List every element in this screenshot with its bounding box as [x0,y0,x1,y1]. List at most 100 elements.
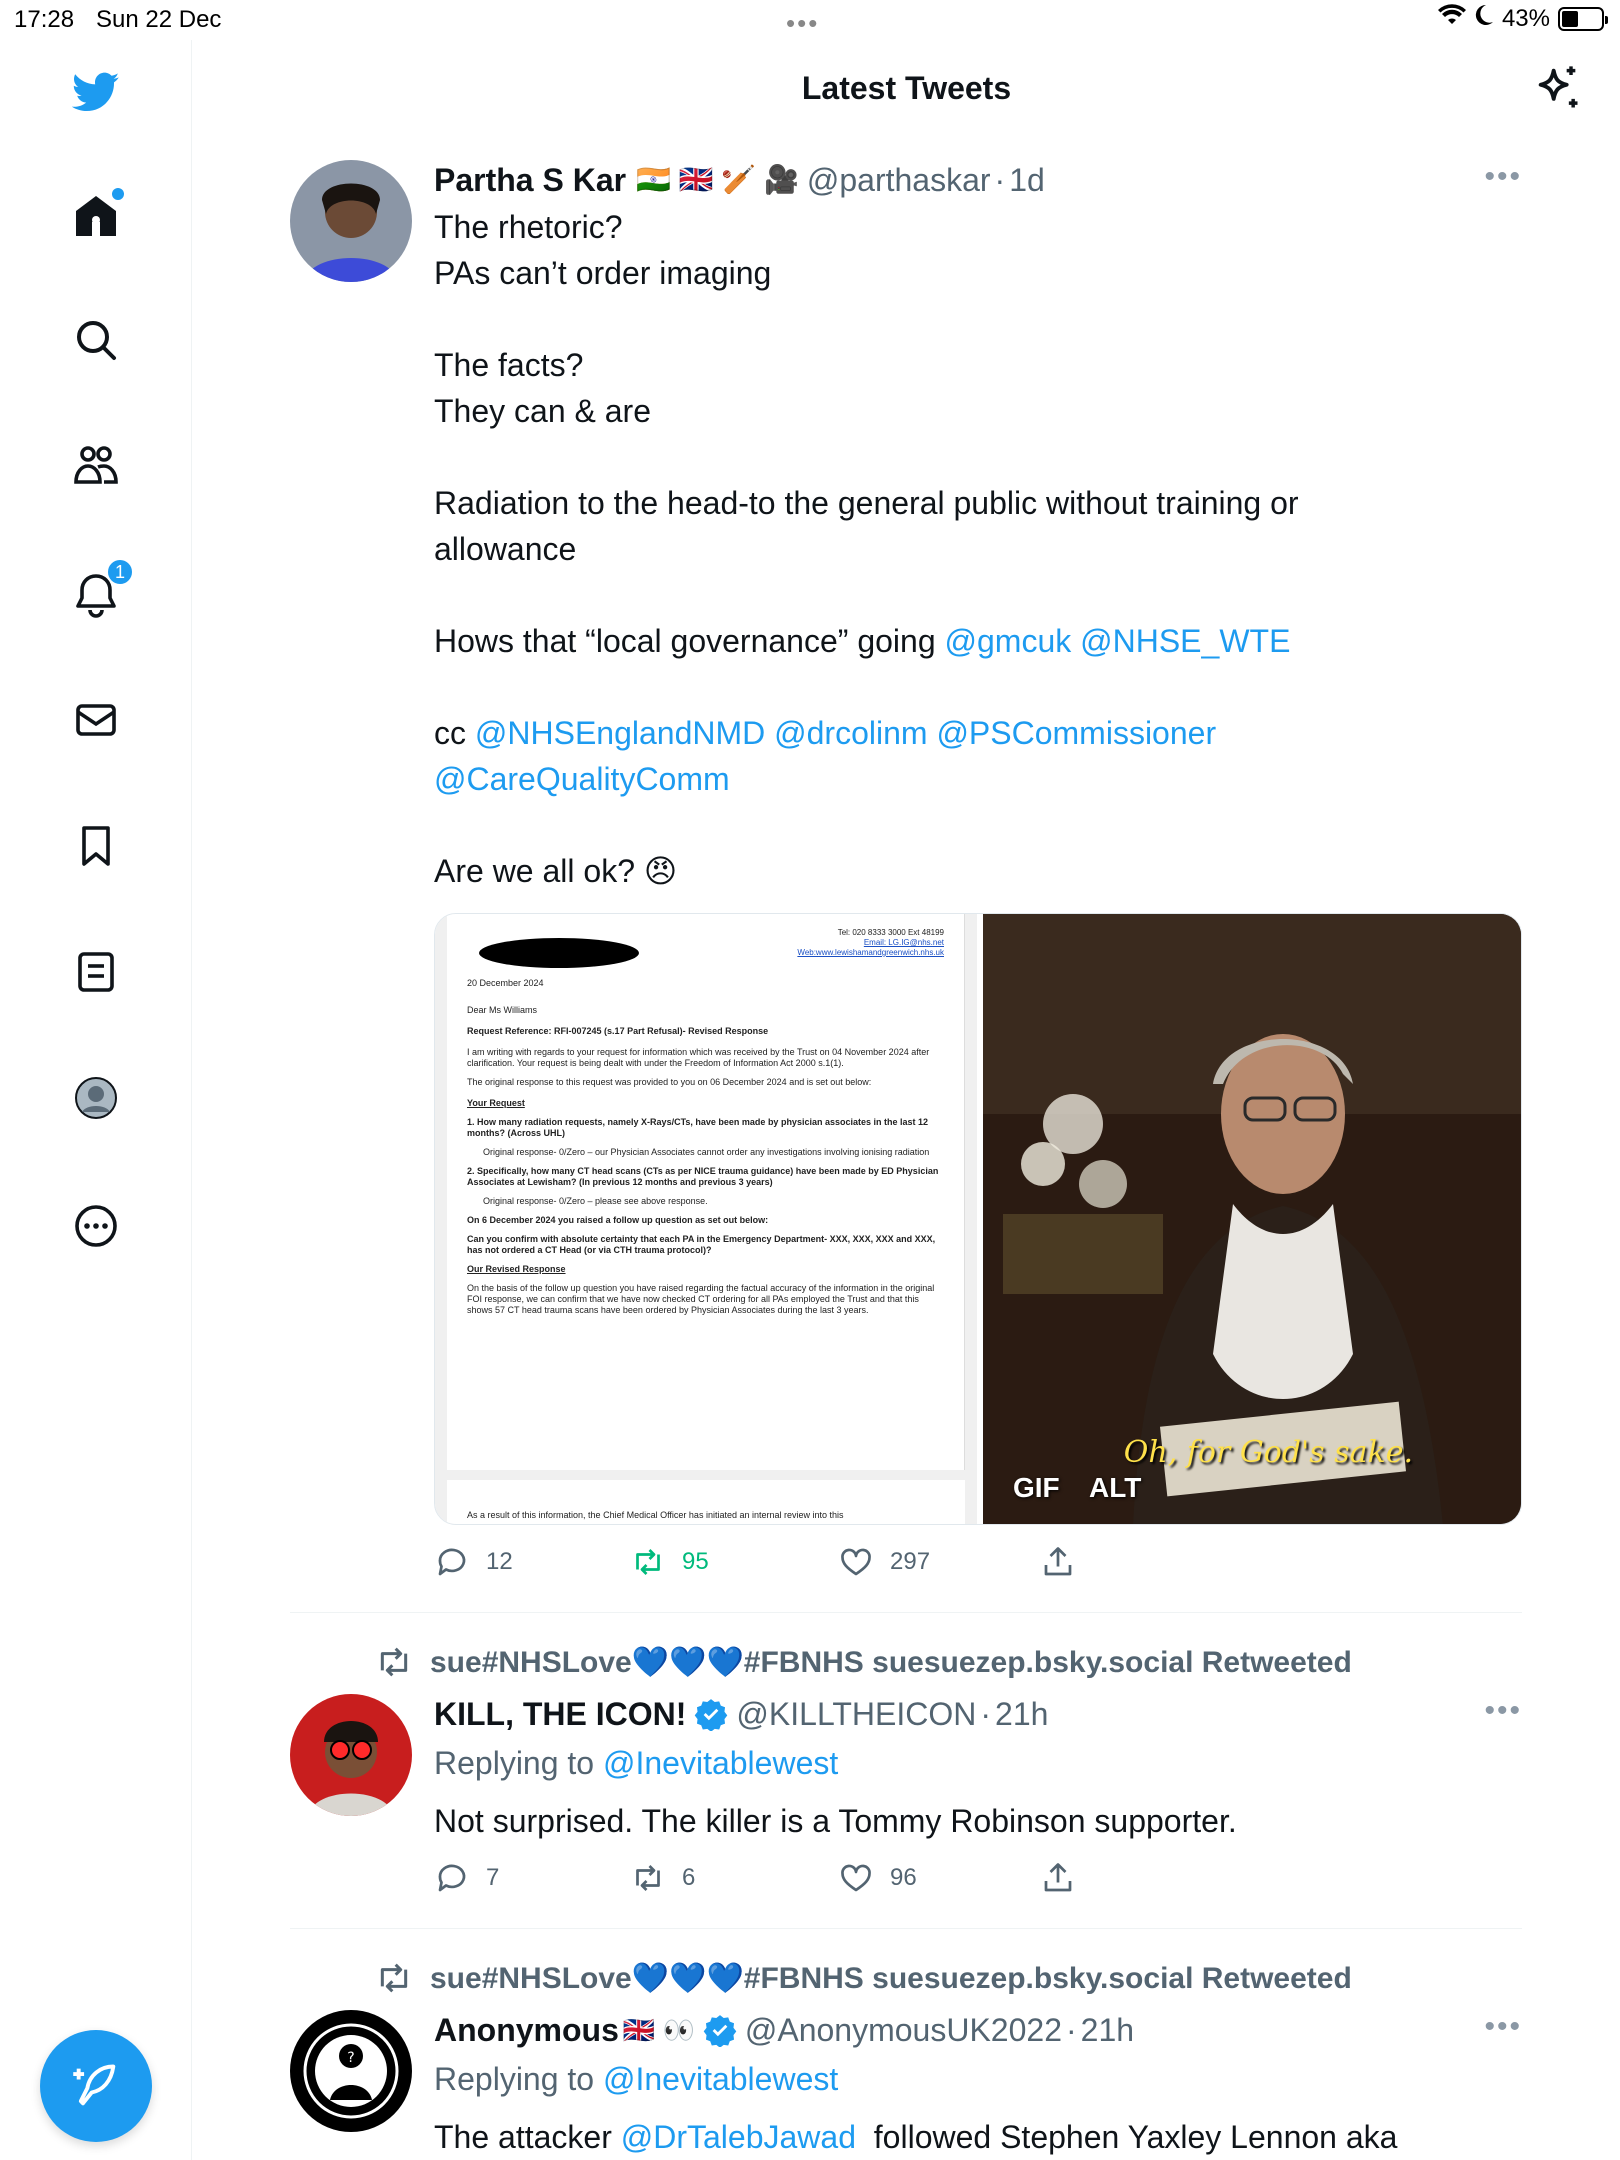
retweeted-by-line[interactable]: sue#NHSLove💙💙💙#FBNHS suesuezep.bsky.soci… [374,1642,1352,1682]
verified-badge-icon [695,1699,728,1731]
like-count: 297 [890,1548,931,1575]
doc-date: 20 December 2024 [467,978,544,988]
tweet-text-part: followed Stephen Yaxley Lennon aka [856,2119,1398,2155]
author-name[interactable]: Anonymous [434,2010,619,2050]
mention-link[interactable]: @drcolinm [774,715,927,751]
reply-button[interactable]: 12 [434,1544,513,1580]
tweet-line: The facts? [434,347,584,383]
home-icon[interactable] [66,186,126,246]
doc-question: 2. Specifically, how many CT head scans … [467,1166,939,1187]
mention-link[interactable]: @PSCommissioner [936,715,1216,751]
tweet-line: PAs can’t order imaging [434,255,772,291]
tweet-content: KILL, THE ICON! @KILLTHEICON · 21h ••• R… [434,1694,1522,1844]
tweet-author-row: KILL, THE ICON! @KILLTHEICON · 21h [434,1694,1522,1734]
replying-to-label: Replying to [434,2061,603,2097]
home-new-dot [112,188,124,200]
tweet-line: Radiation to the head-to the general pub… [434,485,1299,521]
author-handle[interactable]: @parthaskar [807,160,991,200]
doc-para: On 6 December 2024 you raised a follow u… [467,1215,769,1225]
search-icon[interactable] [66,310,126,370]
doc-answer: Original response- 0/Zero – please see a… [483,1196,708,1206]
doc-reference: Request Reference: RFI-007245 (s.17 Part… [467,1026,769,1036]
profile-avatar-icon[interactable] [66,1068,126,1128]
retweeted-by-text: sue#NHSLove💙💙💙#FBNHS suesuezep.bsky.soci… [430,1961,1352,1995]
alt-text-button[interactable]: ALT [1089,1472,1141,1504]
gif-scene [983,914,1521,1524]
more-options-button[interactable]: ••• [1484,160,1522,194]
notifications-bell-icon[interactable]: 1 [66,558,134,624]
share-icon [1044,1863,1072,1892]
author-handle[interactable]: @KILLTHEICON [736,1694,976,1734]
reply-target-link[interactable]: @Inevitablewest [603,1745,838,1781]
reply-count: 7 [486,1864,500,1891]
notifications-badge: 1 [106,558,134,586]
heart-icon [841,1548,871,1576]
bookmarks-icon[interactable] [66,816,126,876]
tweet-text: The rhetoric? PAs can’t order imaging Th… [434,204,1522,894]
redacted-logo [479,938,639,968]
retweet-button[interactable]: 95 [630,1544,709,1580]
tweet-line: cc [434,715,475,751]
lists-icon[interactable] [66,942,126,1002]
retweeted-by-text: sue#NHSLove💙💙💙#FBNHS suesuezep.bsky.soci… [430,1645,1352,1679]
tweet-text-part: The attacker [434,2119,621,2155]
doc-heading: Our Revised Response [467,1264,566,1274]
author-handle[interactable]: @AnonymousUK2022 [745,2010,1062,2050]
mention-link[interactable]: @gmcuk [945,623,1072,659]
reply-target-link[interactable]: @Inevitablewest [603,2061,838,2097]
retweet-icon [636,1865,660,1891]
author-name[interactable]: Partha S Kar [434,160,626,200]
author-name-emoji: 🇬🇧 👀 [622,2015,695,2045]
reply-count: 12 [486,1548,513,1575]
doc-salutation: Dear Ms Williams [467,1005,538,1015]
timeline-header: Latest Tweets [193,40,1620,140]
tweet-text: Not surprised. The killer is a Tommy Rob… [434,1803,1237,1839]
avatar[interactable] [290,1694,412,1816]
avatar[interactable] [290,160,412,282]
tweet-line-cc: cc @NHSEnglandNMD @drcolinm @PSCommissio… [434,710,1522,756]
multitasking-dots[interactable]: ••• [786,8,819,39]
doc-answer: Original response- 0/Zero – our Physicia… [483,1147,930,1157]
more-options-icon[interactable] [66,1196,126,1256]
reply-button[interactable]: 7 [434,1860,499,1896]
gif-image[interactable]: Oh, for God's sake. GIF ALT [983,914,1521,1524]
tweet-divider [290,1928,1522,1929]
battery-icon [1558,6,1608,31]
messages-envelope-icon[interactable] [66,690,126,750]
tweet-text: The attacker @DrTalebJawad followed Step… [434,2114,1522,2160]
wifi-icon [1437,4,1466,33]
tweet-time[interactable]: 21h [995,1694,1048,1734]
gif-label: GIF [1013,1472,1060,1503]
more-options-button[interactable]: ••• [1484,1694,1522,1728]
tweet-line: The rhetoric? [434,209,623,245]
author-name[interactable]: KILL, THE ICON! [434,1694,686,1734]
status-right: 43% [1437,4,1608,33]
mention-link[interactable]: @NHSE_WTE [1080,623,1290,659]
sparkle-icon[interactable] [1532,62,1584,114]
like-button[interactable]: 96 [838,1860,917,1896]
share-button[interactable] [1040,1544,1076,1580]
doc-question: Can you confirm with absolute certainty … [467,1234,936,1255]
tweet-content: Partha S Kar 🇮🇳 🇬🇧 🏏 🎥 @parthaskar · 1d … [434,160,1522,894]
tweet-time[interactable]: 1d [1009,160,1045,200]
avatar[interactable]: ? [290,2010,412,2132]
time-separator: · [1065,2012,1077,2048]
retweet-button[interactable]: 6 [630,1860,695,1896]
retweeted-by-line[interactable]: sue#NHSLove💙💙💙#FBNHS suesuezep.bsky.soci… [374,1958,1352,1998]
status-bar: 17:28 Sun 22 Dec ••• 43% [0,0,1620,40]
tweet[interactable]: ? Anonymous 🇬🇧 👀 @AnonymousUK2022 · 21h … [290,2010,1522,2160]
foi-document-image[interactable]: Tel: 020 8333 3000 Ext 48199 Email: LG.I… [435,914,977,1524]
compose-tweet-button[interactable] [40,2030,152,2142]
twitter-logo-icon[interactable] [66,62,126,122]
communities-icon[interactable] [66,436,126,496]
tweet-time[interactable]: 21h [1081,2010,1134,2050]
mention-link[interactable]: @NHSEnglandNMD [475,715,765,751]
mention-link[interactable]: @DrTalebJawad [621,2119,856,2155]
mention-link[interactable]: @CareQualityComm [434,761,730,797]
share-icon [1044,1547,1072,1576]
like-button[interactable]: 297 [838,1544,930,1580]
share-button[interactable] [1040,1860,1076,1896]
doc-question: 1. How many radiation requests, namely X… [467,1117,929,1138]
more-options-button[interactable]: ••• [1484,2010,1522,2044]
tweet-media[interactable]: Tel: 020 8333 3000 Ext 48199 Email: LG.I… [434,913,1522,1525]
